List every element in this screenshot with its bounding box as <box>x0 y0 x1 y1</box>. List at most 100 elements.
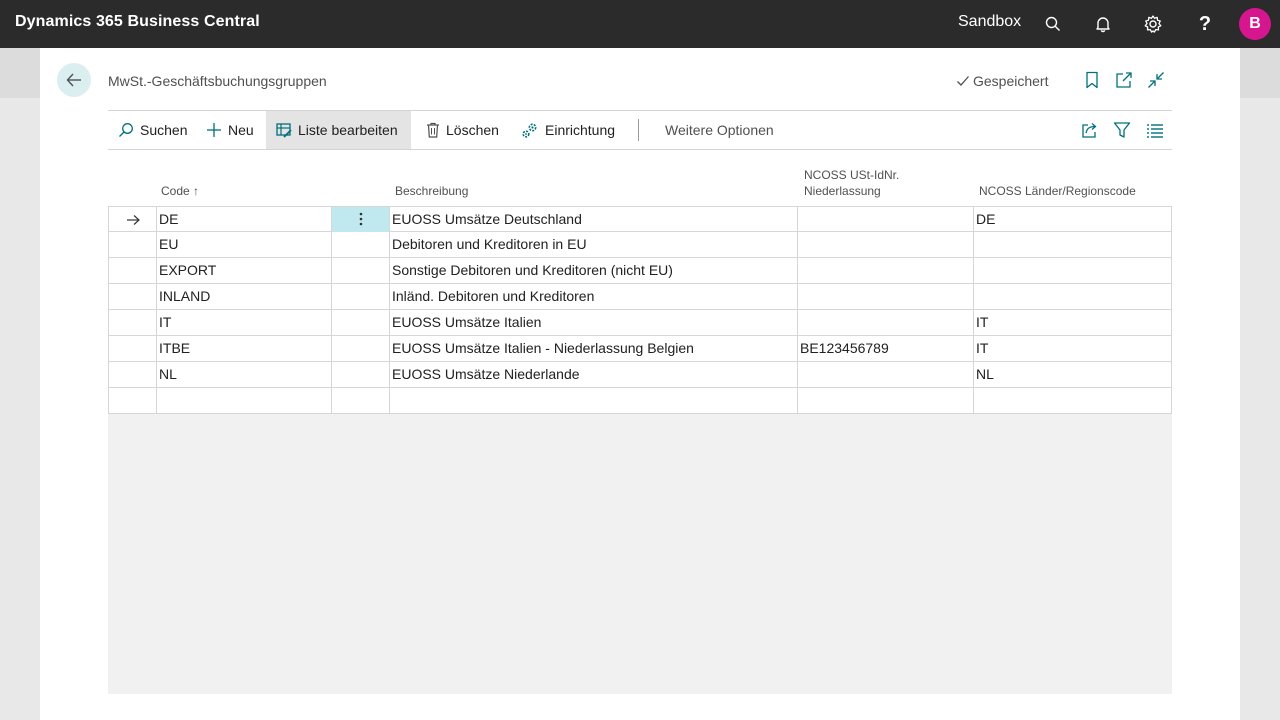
country-code-cell[interactable] <box>974 284 1172 309</box>
country-code-cell[interactable] <box>974 388 1172 413</box>
row-actions-cell[interactable] <box>332 207 390 232</box>
code-cell[interactable]: EU <box>157 232 332 257</box>
delete-button[interactable]: Löschen <box>416 111 509 149</box>
column-header-code-label: Code <box>161 184 190 198</box>
current-row-arrow-icon <box>126 214 140 225</box>
list-view-icon[interactable] <box>1146 121 1164 139</box>
column-header-code[interactable]: Code ↑ <box>161 183 199 199</box>
column-header-country[interactable]: NCOSS Länder/Regionscode <box>979 183 1136 199</box>
vat-id-cell[interactable]: BE123456789 <box>798 336 974 361</box>
description-cell[interactable] <box>390 388 798 413</box>
vat-id-cell[interactable] <box>798 232 974 257</box>
avatar[interactable]: B <box>1239 8 1271 40</box>
delete-button-label: Löschen <box>446 122 499 138</box>
filter-icon[interactable] <box>1113 121 1131 139</box>
environment-label[interactable]: Sandbox <box>958 13 1021 31</box>
row-actions-cell[interactable] <box>332 310 390 335</box>
table-row[interactable]: ITBE EUOSS Umsätze Italien - Niederlassun… <box>108 336 1172 362</box>
page-title: MwSt.-Geschäftsbuchungsgruppen <box>108 73 327 89</box>
code-cell[interactable]: DE <box>157 207 332 232</box>
country-code-cell[interactable]: IT <box>974 336 1172 361</box>
description-cell[interactable]: Sonstige Debitoren und Kreditoren (nicht… <box>390 258 798 283</box>
row-actions-cell[interactable] <box>332 388 390 413</box>
gears-icon <box>522 123 537 138</box>
code-cell[interactable]: ITBE <box>157 336 332 361</box>
app-title[interactable]: Dynamics 365 Business Central <box>15 13 260 31</box>
more-options-label: Weitere Optionen <box>665 122 774 138</box>
vat-id-cell[interactable] <box>798 388 974 413</box>
country-code-cell[interactable] <box>974 258 1172 283</box>
row-selector[interactable] <box>108 232 157 257</box>
table-row[interactable]: EU Debitoren und Kreditoren in EU <box>108 232 1172 258</box>
row-selector[interactable] <box>108 336 157 361</box>
setup-button[interactable]: Einrichtung <box>511 111 625 149</box>
edit-list-icon <box>276 123 292 138</box>
checkmark-icon <box>957 76 969 86</box>
trash-icon <box>427 122 439 138</box>
country-code-cell[interactable]: NL <box>974 362 1172 387</box>
table-row[interactable]: NL EUOSS Umsätze Niederlande NL <box>108 362 1172 388</box>
row-actions-cell[interactable] <box>332 362 390 387</box>
description-cell[interactable]: Inländ. Debitoren und Kreditoren <box>390 284 798 309</box>
row-selector[interactable] <box>108 310 157 335</box>
table-row[interactable]: INLAND Inländ. Debitoren und Kreditoren <box>108 284 1172 310</box>
action-bar: Suchen Neu Liste bearbeiten Löschen Einr… <box>108 111 1172 149</box>
vat-id-cell[interactable] <box>798 362 974 387</box>
back-button[interactable] <box>57 63 91 97</box>
description-cell[interactable]: Debitoren und Kreditoren in EU <box>390 232 798 257</box>
row-actions-cell[interactable] <box>332 284 390 309</box>
column-header-description[interactable]: Beschreibung <box>395 183 468 199</box>
share-icon[interactable] <box>1081 121 1099 139</box>
row-selector[interactable] <box>108 388 157 413</box>
search-button-label: Suchen <box>140 122 188 138</box>
row-actions-cell[interactable] <box>332 336 390 361</box>
bell-icon[interactable] <box>1091 12 1115 36</box>
search-button[interactable]: Suchen <box>108 111 197 149</box>
vat-id-cell[interactable] <box>798 310 974 335</box>
search-icon <box>119 123 133 137</box>
country-code-cell[interactable]: DE <box>974 207 1172 232</box>
table-row[interactable]: IT EUOSS Umsätze Italien IT <box>108 310 1172 336</box>
code-cell[interactable]: NL <box>157 362 332 387</box>
row-selector[interactable] <box>108 258 157 283</box>
code-cell[interactable] <box>157 388 332 413</box>
search-icon[interactable] <box>1041 12 1065 36</box>
saved-status-label: Gespeichert <box>973 73 1049 89</box>
help-icon[interactable]: ? <box>1193 12 1217 36</box>
row-selector[interactable] <box>108 207 157 232</box>
collapse-icon[interactable] <box>1147 71 1165 89</box>
vat-id-cell[interactable] <box>798 284 974 309</box>
row-actions-cell[interactable] <box>332 232 390 257</box>
more-vertical-icon[interactable] <box>359 212 363 226</box>
table-row[interactable]: EXPORT Sonstige Debitoren und Kreditoren … <box>108 258 1172 284</box>
description-cell[interactable]: EUOSS Umsätze Italien <box>390 310 798 335</box>
row-selector[interactable] <box>108 362 157 387</box>
table-row[interactable] <box>108 388 1172 414</box>
row-actions-cell[interactable] <box>332 258 390 283</box>
gear-icon[interactable] <box>1141 12 1165 36</box>
more-options-button[interactable]: Weitere Optionen <box>655 111 784 149</box>
code-cell[interactable]: EXPORT <box>157 258 332 283</box>
edit-list-button[interactable]: Liste bearbeiten <box>266 111 411 149</box>
column-header-vat-id[interactable]: NCOSS USt-IdNr. Niederlassung <box>804 167 899 199</box>
vat-id-cell[interactable] <box>798 258 974 283</box>
column-header-vat-id-line1: NCOSS USt-IdNr. <box>804 168 900 182</box>
code-cell[interactable]: INLAND <box>157 284 332 309</box>
plus-icon <box>207 123 221 137</box>
vat-id-cell[interactable] <box>798 207 974 232</box>
new-button[interactable]: Neu <box>196 111 264 149</box>
table-row[interactable]: DE EUOSS Umsätze Deutschland DE <box>108 206 1172 232</box>
open-new-window-icon[interactable] <box>1115 71 1133 89</box>
row-selector[interactable] <box>108 284 157 309</box>
description-cell[interactable]: EUOSS Umsätze Italien - Niederlassung Be… <box>390 336 798 361</box>
bookmark-icon[interactable] <box>1083 71 1101 89</box>
code-cell[interactable]: IT <box>157 310 332 335</box>
country-code-cell[interactable] <box>974 232 1172 257</box>
new-button-label: Neu <box>228 122 254 138</box>
setup-button-label: Einrichtung <box>545 122 616 138</box>
description-cell[interactable]: EUOSS Umsätze Deutschland <box>390 207 798 232</box>
grid-empty-area <box>108 414 1172 694</box>
data-grid: DE EUOSS Umsätze Deutschland DE EU Debitoren… <box>108 206 1172 414</box>
description-cell[interactable]: EUOSS Umsätze Niederlande <box>390 362 798 387</box>
country-code-cell[interactable]: IT <box>974 310 1172 335</box>
